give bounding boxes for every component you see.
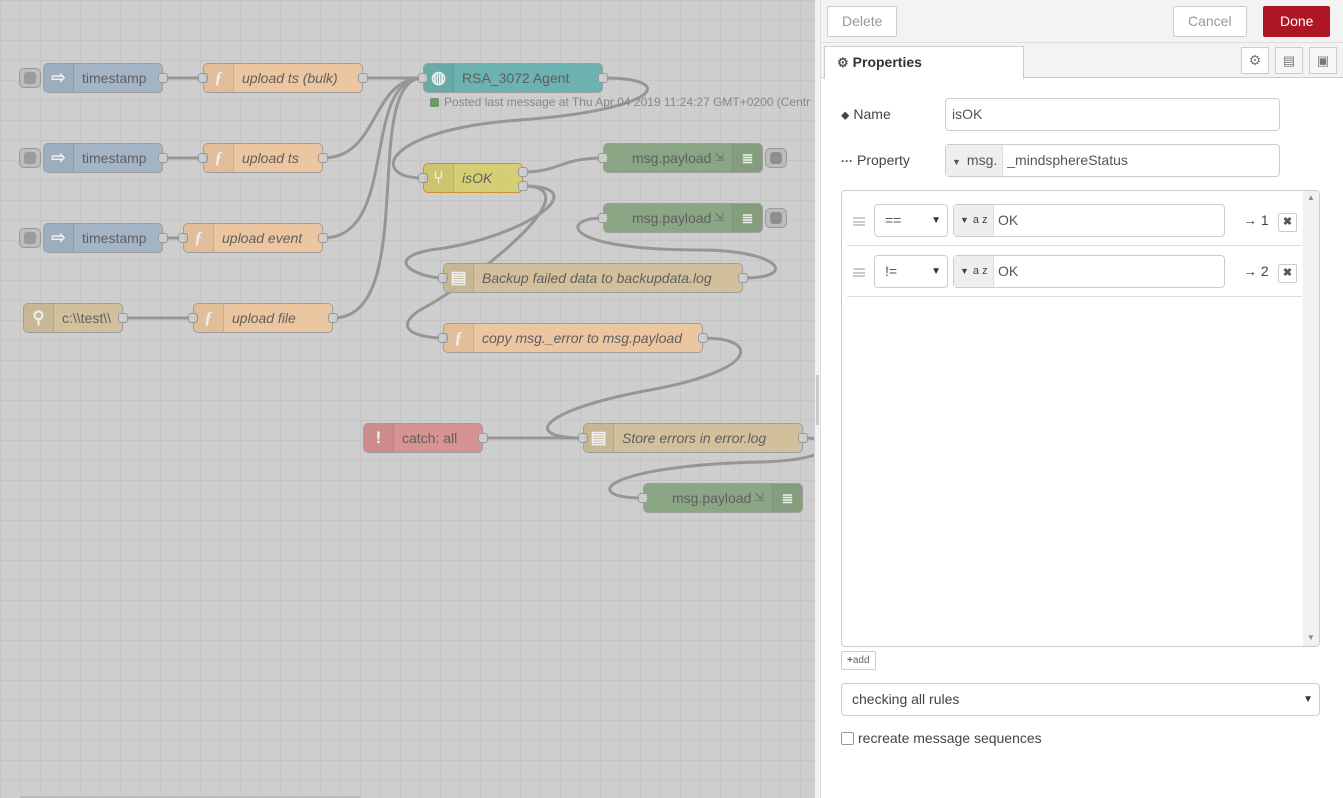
node-description-tab[interactable]: ▤ <box>1275 47 1303 74</box>
close-icon: ✖ <box>1282 216 1293 228</box>
property-label: ··· Property <box>841 152 910 168</box>
panel-resize-handle[interactable] <box>814 0 821 798</box>
rules-list[interactable]: == ▼ ▼ a z OK → 1 ✖ != ▼ ▼ a z OK → 2 ✖ ▲ ▼ <box>841 190 1320 647</box>
document-icon: ▤ <box>1282 52 1296 68</box>
node-edit-panel: Delete Cancel Done ⚙ Properties ⚙ ▤ ▣ ⬥ Na… <box>821 0 1343 798</box>
rule-value-input[interactable]: ▼ a z OK <box>953 255 1225 288</box>
checking-mode-select[interactable]: checking all rules ▼ <box>841 683 1320 716</box>
tab-properties-label: Properties <box>852 54 922 70</box>
recreate-sequences-label[interactable]: recreate message sequences <box>858 730 1042 746</box>
drag-handle-icon[interactable] <box>853 217 865 226</box>
flow-workspace[interactable]: ⇨ timestamp ⇨ timestamp ⇨ timestamp ⚲ c:… <box>0 0 814 798</box>
name-label-text: Name <box>853 106 891 122</box>
caret-down-icon: ▼ <box>952 157 961 167</box>
rule-value-input[interactable]: ▼ a z OK <box>953 204 1225 237</box>
edit-toolbar: Delete Cancel Done <box>821 0 1343 43</box>
remove-rule-button[interactable]: ✖ <box>1278 213 1297 232</box>
delete-button[interactable]: Delete <box>827 6 898 37</box>
frame-icon: ▣ <box>1316 52 1330 68</box>
rule-row: == ▼ ▼ a z OK → 1 ✖ <box>847 195 1302 246</box>
resize-grip[interactable] <box>816 375 819 425</box>
add-rule-label: add <box>852 655 870 666</box>
done-button[interactable]: Done <box>1263 6 1331 37</box>
recreate-sequences-checkbox[interactable] <box>841 732 854 745</box>
property-prefix: msg. <box>966 152 998 168</box>
workspace-dim-overlay <box>0 0 814 798</box>
property-label-text: Property <box>857 152 910 168</box>
rule-output-label: → 2 <box>1243 263 1269 279</box>
property-value: _mindsphereStatus <box>1007 152 1128 168</box>
gear-icon: ⚙ <box>837 55 849 70</box>
close-icon: ✖ <box>1282 267 1293 279</box>
tab-properties[interactable]: ⚙ Properties <box>824 46 1024 79</box>
rule-value: OK <box>998 212 1019 228</box>
caret-down-icon: ▼ <box>1303 694 1313 705</box>
rules-scrollbar[interactable]: ▲ ▼ <box>1303 191 1319 646</box>
caret-down-icon: ▼ <box>931 266 941 277</box>
tag-icon: ⬥ <box>841 108 850 122</box>
remove-rule-button[interactable]: ✖ <box>1278 264 1297 283</box>
string-type-icon[interactable]: ▼ a z <box>954 256 994 287</box>
rule-operator: != <box>885 263 898 279</box>
caret-down-icon: ▼ <box>931 215 941 226</box>
rule-value: OK <box>998 263 1019 279</box>
checking-mode-value: checking all rules <box>852 691 960 707</box>
scroll-down-icon[interactable]: ▼ <box>1307 633 1315 642</box>
cancel-button[interactable]: Cancel <box>1173 6 1247 37</box>
add-rule-button[interactable]: +add <box>841 651 876 670</box>
rule-output-label: → 1 <box>1243 212 1269 228</box>
gear-icon: ⚙ <box>1248 52 1262 68</box>
property-type-selector[interactable]: ▼ msg. <box>946 145 1004 176</box>
rule-row: != ▼ ▼ a z OK → 2 ✖ <box>847 246 1302 297</box>
rule-operator-select[interactable]: != ▼ <box>874 255 948 288</box>
property-typed-input[interactable]: ▼ msg. _mindsphereStatus <box>945 144 1280 177</box>
name-input[interactable]: isOK <box>945 98 1280 131</box>
rule-operator: == <box>885 212 902 228</box>
name-label: ⬥ Name <box>841 106 891 123</box>
scroll-up-icon[interactable]: ▲ <box>1307 193 1315 202</box>
drag-handle-icon[interactable] <box>853 268 865 277</box>
node-settings-tab[interactable]: ⚙ <box>1241 47 1269 74</box>
node-appearance-tab[interactable]: ▣ <box>1309 47 1337 74</box>
string-type-label: a z <box>972 265 988 277</box>
string-type-label: a z <box>972 214 988 226</box>
string-type-icon[interactable]: ▼ a z <box>954 205 994 236</box>
edit-tabs: ⚙ Properties ⚙ ▤ ▣ <box>821 43 1343 79</box>
rule-operator-select[interactable]: == ▼ <box>874 204 948 237</box>
ellipsis-icon: ··· <box>841 154 853 168</box>
